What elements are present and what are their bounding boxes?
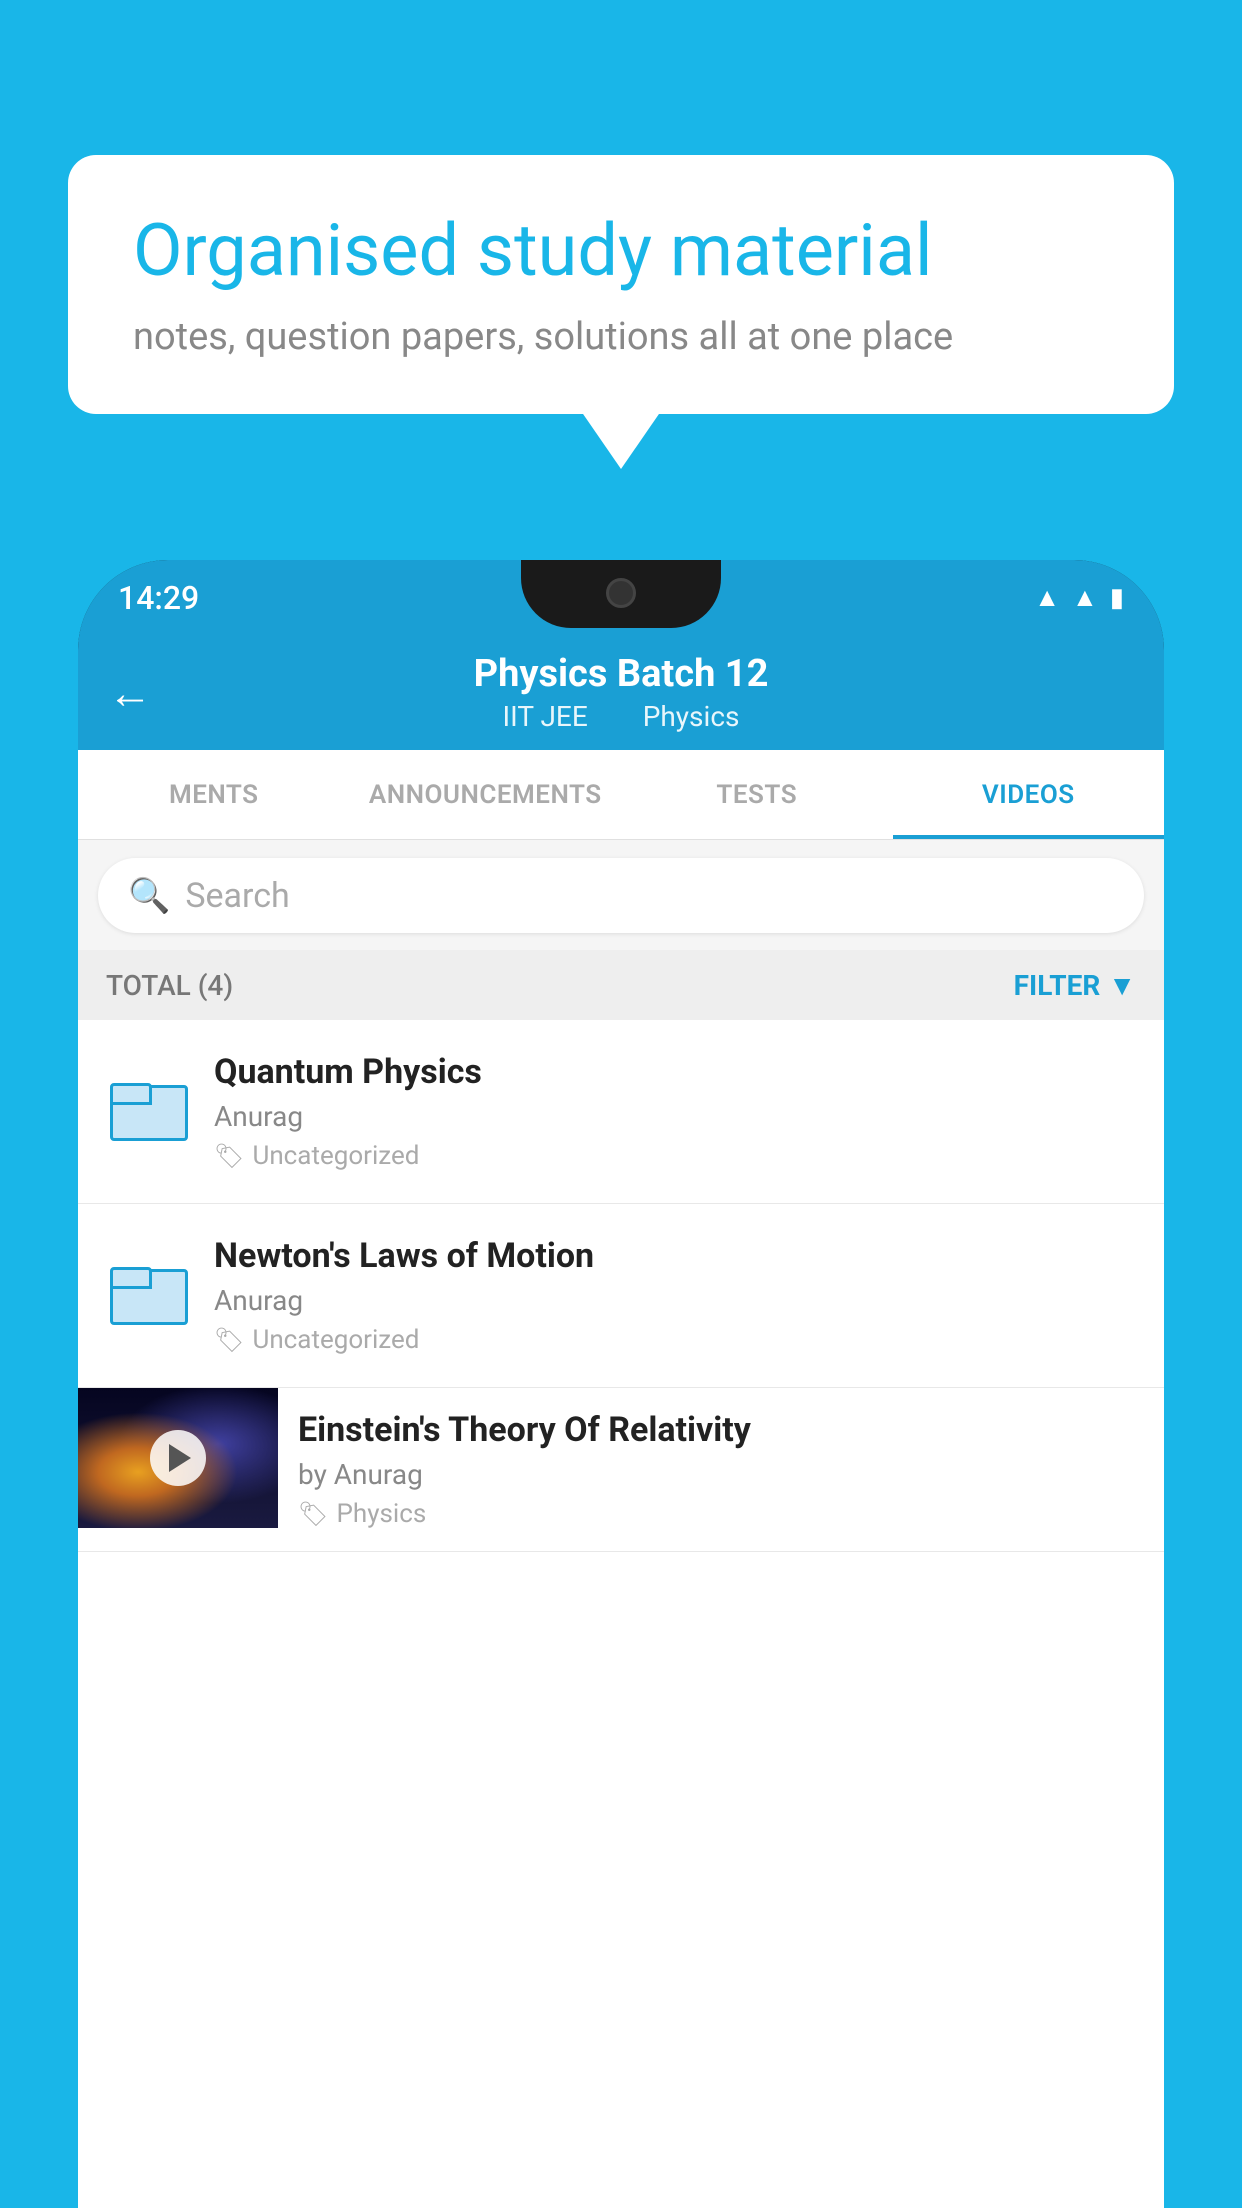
item-title: Quantum Physics <box>214 1052 1136 1092</box>
bubble-subtitle: notes, question papers, solutions all at… <box>133 315 1109 359</box>
tag-icon: 🏷 <box>298 1500 328 1528</box>
filter-icon: ▼ <box>1108 969 1136 1002</box>
item-tag: 🏷 Uncategorized <box>214 1325 1136 1355</box>
video-thumbnail <box>78 1388 278 1528</box>
item-content: Quantum Physics Anurag 🏷 Uncategorized <box>214 1052 1136 1171</box>
video-tag: 🏷 Physics <box>298 1499 1144 1529</box>
list-item[interactable]: Newton's Laws of Motion Anurag 🏷 Uncateg… <box>78 1204 1164 1388</box>
header-title: Physics Batch 12 <box>474 652 769 696</box>
item-icon <box>106 1251 186 1341</box>
signal-icon: ▲ <box>1072 582 1098 613</box>
search-icon: 🔍 <box>128 876 170 916</box>
play-button[interactable] <box>150 1430 206 1486</box>
tab-announcements[interactable]: ANNOUNCEMENTS <box>350 750 622 839</box>
header-subtitle-iit: IIT JEE <box>503 700 588 733</box>
item-author: Anurag <box>214 1100 1136 1133</box>
filter-button[interactable]: FILTER ▼ <box>1014 969 1136 1002</box>
list-item[interactable]: Quantum Physics Anurag 🏷 Uncategorized <box>78 1020 1164 1204</box>
list-item-video[interactable]: Einstein's Theory Of Relativity by Anura… <box>78 1388 1164 1552</box>
tab-videos[interactable]: VIDEOS <box>893 750 1165 839</box>
filter-label: FILTER <box>1014 969 1101 1002</box>
back-button[interactable]: ← <box>108 671 152 715</box>
phone-camera <box>606 578 636 608</box>
tag-icon: 🏷 <box>214 1142 244 1170</box>
phone-notch <box>521 560 721 628</box>
total-label: TOTAL (4) <box>106 969 233 1002</box>
status-time: 14:29 <box>118 579 199 617</box>
tab-tests[interactable]: TESTS <box>621 750 893 839</box>
folder-icon <box>110 1083 182 1141</box>
item-author: Anurag <box>214 1284 1136 1317</box>
header-subtitle-physics: Physics <box>643 700 740 733</box>
bubble-title: Organised study material <box>133 210 1109 293</box>
status-icons: ▲ ▲ ▮ <box>1034 582 1124 613</box>
content-list: Quantum Physics Anurag 🏷 Uncategorized N… <box>78 1020 1164 2208</box>
video-title: Einstein's Theory Of Relativity <box>298 1410 1144 1450</box>
filter-bar: TOTAL (4) FILTER ▼ <box>78 950 1164 1020</box>
phone-frame: 14:29 ▲ ▲ ▮ ← Physics Batch 12 IIT JEE P… <box>78 560 1164 2208</box>
item-tag: 🏷 Uncategorized <box>214 1141 1136 1171</box>
video-author: by Anurag <box>298 1458 1144 1491</box>
item-title: Newton's Laws of Motion <box>214 1236 1136 1276</box>
play-triangle-icon <box>169 1444 191 1472</box>
tabs-bar: MENTS ANNOUNCEMENTS TESTS VIDEOS <box>78 750 1164 840</box>
header-title-block: Physics Batch 12 IIT JEE Physics <box>474 652 769 733</box>
tab-ments[interactable]: MENTS <box>78 750 350 839</box>
tag-label: Uncategorized <box>252 1141 419 1171</box>
item-content: Newton's Laws of Motion Anurag 🏷 Uncateg… <box>214 1236 1136 1355</box>
app-header: ← Physics Batch 12 IIT JEE Physics <box>78 635 1164 750</box>
search-bar-container: 🔍 Search <box>78 840 1164 951</box>
header-subtitle: IIT JEE Physics <box>474 700 769 733</box>
search-bar[interactable]: 🔍 Search <box>98 858 1144 933</box>
search-placeholder: Search <box>185 876 289 916</box>
speech-bubble: Organised study material notes, question… <box>68 155 1174 414</box>
wifi-icon: ▲ <box>1034 582 1060 613</box>
video-content: Einstein's Theory Of Relativity by Anura… <box>278 1388 1164 1551</box>
tag-icon: 🏷 <box>214 1326 244 1354</box>
item-icon <box>106 1067 186 1157</box>
folder-icon <box>110 1267 182 1325</box>
tag-label: Uncategorized <box>252 1325 419 1355</box>
battery-icon: ▮ <box>1110 583 1124 613</box>
tag-label: Physics <box>336 1499 426 1529</box>
